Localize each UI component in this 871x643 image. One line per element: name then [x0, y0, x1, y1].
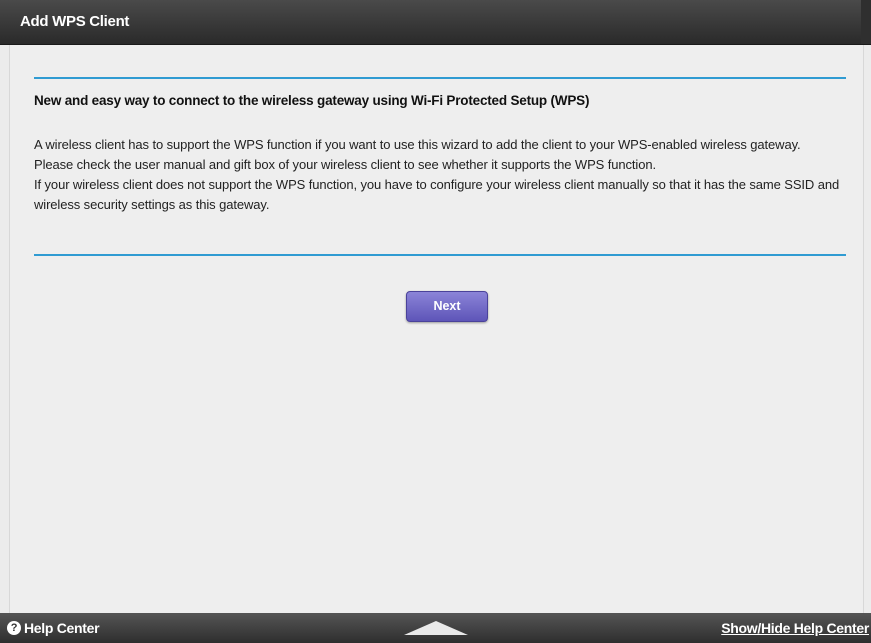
- top-divider: [34, 77, 846, 79]
- instruction-paragraph-3: If your wireless client does not support…: [34, 177, 840, 212]
- instructions: A wireless client has to support the WPS…: [34, 135, 854, 215]
- triangle-up-icon[interactable]: [404, 621, 468, 635]
- content-panel: New and easy way to connect to the wirel…: [9, 45, 864, 613]
- wps-dialog: Add WPS Client New and easy way to conne…: [0, 0, 871, 643]
- page-title: Add WPS Client: [20, 13, 130, 30]
- title-bar: Add WPS Client: [0, 0, 871, 45]
- help-bar: ? Help Center Show/Hide Help Center: [0, 613, 871, 643]
- question-circle-icon: ?: [7, 621, 21, 635]
- section-heading: New and easy way to connect to the wirel…: [34, 93, 590, 108]
- show-hide-help-center-link[interactable]: Show/Hide Help Center: [721, 613, 869, 643]
- instruction-paragraph-1: A wireless client has to support the WPS…: [34, 137, 801, 152]
- title-bar-edge: [861, 0, 871, 44]
- instruction-paragraph-2: Please check the user manual and gift bo…: [34, 157, 656, 172]
- help-center-label: Help Center: [24, 620, 100, 636]
- next-button[interactable]: Next: [406, 291, 488, 322]
- bottom-divider: [34, 254, 846, 256]
- help-center-link[interactable]: ? Help Center: [7, 613, 100, 643]
